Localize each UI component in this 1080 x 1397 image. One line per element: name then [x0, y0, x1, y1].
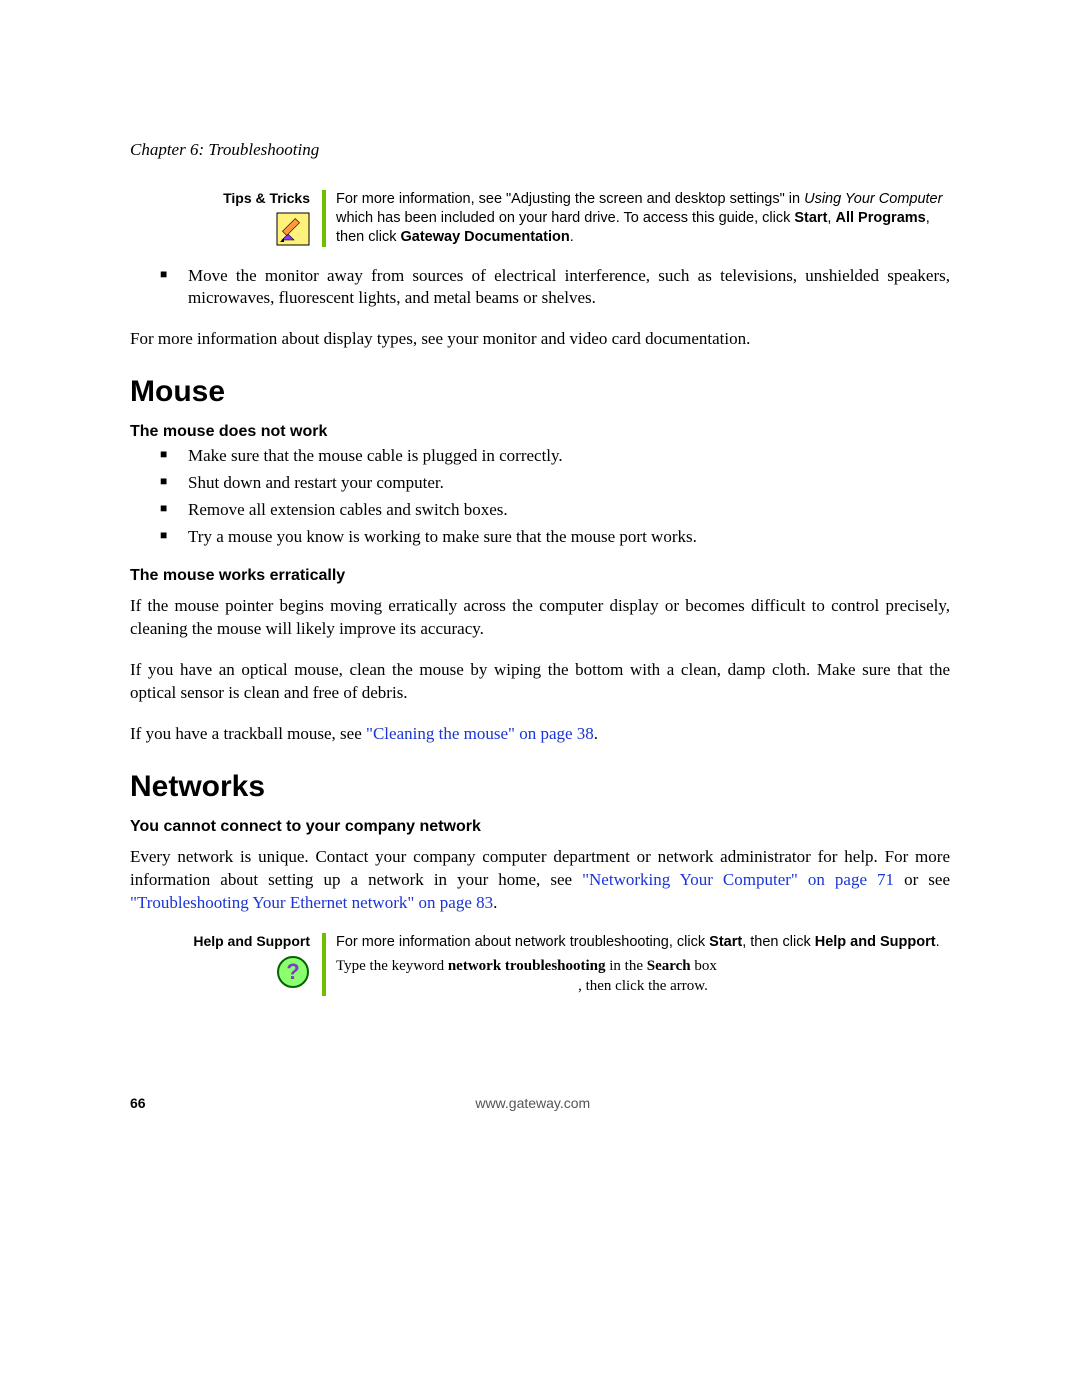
footer-url: www.gateway.com	[146, 1095, 920, 1111]
mouse-erratic-para2: If you have an optical mouse, clean the …	[130, 659, 950, 705]
tips-tricks-callout: Tips & Tricks For more information, see …	[190, 190, 950, 247]
page-footer: 66 www.gateway.com	[130, 1095, 950, 1111]
networks-subhead: You cannot connect to your company netwo…	[130, 818, 950, 836]
mouse-erratic-para1: If the mouse pointer begins moving errat…	[130, 595, 950, 641]
help-support-body: For more information about network troub…	[326, 933, 950, 997]
list-item: Move the monitor away from sources of el…	[160, 265, 950, 311]
cleaning-mouse-link[interactable]: "Cleaning the mouse" on page 38	[366, 724, 594, 743]
mouse-heading: Mouse	[130, 375, 950, 409]
mouse-erratic-subhead: The mouse works erratically	[130, 567, 950, 585]
mouse-not-work-subhead: The mouse does not work	[130, 423, 950, 441]
tips-tricks-body: For more information, see "Adjusting the…	[326, 190, 950, 247]
networks-heading: Networks	[130, 770, 950, 804]
chapter-header: Chapter 6: Troubleshooting	[130, 140, 950, 160]
mouse-not-work-list: Make sure that the mouse cable is plugge…	[130, 445, 950, 549]
mouse-erratic-para3: If you have a trackball mouse, see "Clea…	[130, 723, 950, 746]
networking-computer-link[interactable]: "Networking Your Computer" on page 71	[582, 870, 894, 889]
pencil-note-icon	[190, 212, 310, 246]
help-support-label: Help and Support	[190, 933, 310, 949]
svg-text:?: ?	[286, 959, 299, 984]
list-item: Try a mouse you know is working to make …	[160, 526, 950, 549]
display-info-paragraph: For more information about display types…	[130, 328, 950, 351]
troubleshoot-ethernet-link[interactable]: "Troubleshooting Your Ethernet network" …	[130, 893, 493, 912]
list-item: Make sure that the mouse cable is plugge…	[160, 445, 950, 468]
help-support-callout: Help and Support ? For more information …	[190, 933, 950, 997]
page-number: 66	[130, 1095, 146, 1111]
tips-tricks-label: Tips & Tricks	[190, 190, 310, 206]
question-help-icon: ?	[190, 955, 310, 989]
monitor-tips-list: Move the monitor away from sources of el…	[130, 265, 950, 311]
list-item: Remove all extension cables and switch b…	[160, 499, 950, 522]
networks-paragraph: Every network is unique. Contact your co…	[130, 846, 950, 915]
list-item: Shut down and restart your computer.	[160, 472, 950, 495]
